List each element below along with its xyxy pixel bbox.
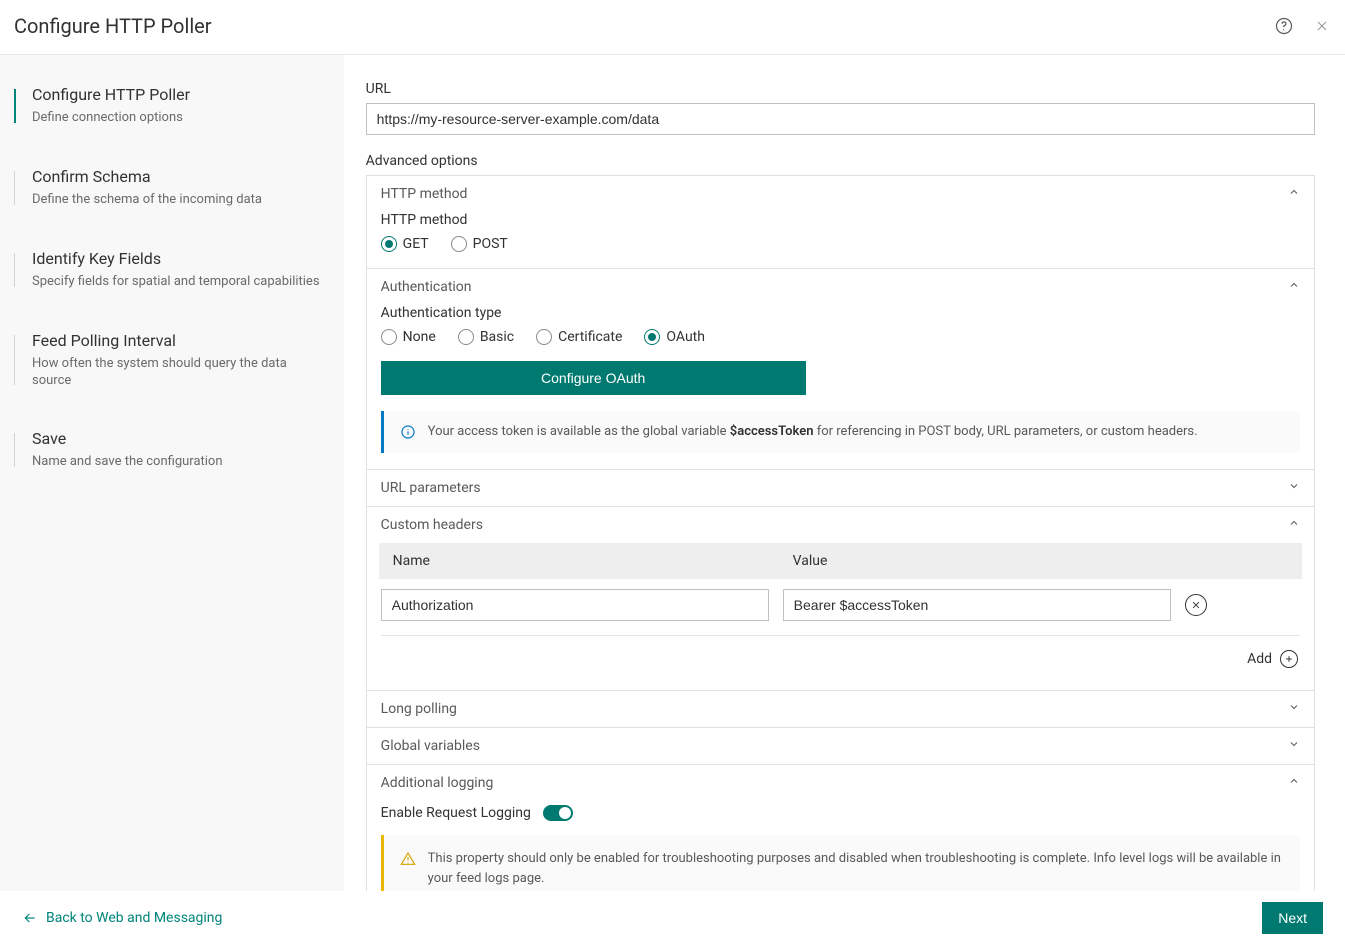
chevron-down-icon [1288,480,1300,496]
panel-additional-logging: Additional logging Enable Request Loggin… [366,764,1315,890]
arrow-left-icon [22,910,38,926]
radio-auth-oauth[interactable]: OAuth [644,329,705,345]
panel-additional-logging-header[interactable]: Additional logging [367,765,1314,801]
auth-type-label: Authentication type [381,305,1300,321]
dialog-header: Configure HTTP Poller [0,0,1345,55]
panel-url-parameters-header[interactable]: URL parameters [367,470,1314,506]
panel-authentication-header[interactable]: Authentication [367,269,1314,305]
wizard-step-schema[interactable]: Confirm Schema Define the schema of the … [0,167,344,209]
panel-custom-headers: Custom headers Name Value [366,506,1315,691]
custom-header-row [381,579,1300,636]
header-value-input[interactable] [783,589,1171,621]
panel-http-method: HTTP method HTTP method GET POST [366,175,1315,269]
chevron-up-icon [1288,775,1300,791]
advanced-options-label: Advanced options [366,153,1315,169]
wizard-step-polling[interactable]: Feed Polling Interval How often the syst… [0,331,344,390]
radio-auth-none[interactable]: None [381,329,436,345]
close-icon[interactable] [1315,19,1329,33]
next-button[interactable]: Next [1262,902,1323,934]
chevron-up-icon [1288,186,1300,202]
wizard-step-configure[interactable]: Configure HTTP Poller Define connection … [0,85,344,127]
help-icon[interactable] [1275,17,1293,35]
wizard-step-key-fields[interactable]: Identify Key Fields Specify fields for s… [0,249,344,291]
back-link[interactable]: Back to Web and Messaging [22,910,222,926]
add-header-button[interactable]: Add [381,636,1300,674]
radio-auth-certificate[interactable]: Certificate [536,329,622,345]
oauth-info-callout: Your access token is available as the gl… [381,411,1300,453]
panel-http-method-header[interactable]: HTTP method [367,176,1314,212]
wizard-sidebar: Configure HTTP Poller Define connection … [0,55,344,891]
enable-logging-toggle[interactable] [543,805,573,821]
chevron-down-icon [1288,738,1300,754]
wizard-step-save[interactable]: Save Name and save the configuration [0,429,344,471]
radio-auth-basic[interactable]: Basic [458,329,514,345]
panel-custom-headers-header[interactable]: Custom headers [367,507,1314,543]
panel-authentication: Authentication Authentication type None … [366,268,1315,470]
info-icon [400,424,416,440]
configure-oauth-button[interactable]: Configure OAuth [381,361,806,395]
col-name: Name [393,553,793,569]
dialog-title: Configure HTTP Poller [14,14,212,38]
header-name-input[interactable] [381,589,769,621]
warning-icon [400,851,416,867]
panel-long-polling-header[interactable]: Long polling [367,691,1314,727]
config-form-scroll[interactable]: URL Advanced options HTTP method HTTP me… [344,55,1345,891]
url-input[interactable] [366,103,1315,135]
radio-http-get[interactable]: GET [381,236,429,252]
http-method-label: HTTP method [381,212,1300,228]
logging-warning-callout: This property should only be enabled for… [381,835,1300,890]
chevron-down-icon [1288,701,1300,717]
panel-long-polling: Long polling [366,690,1315,728]
plus-icon [1280,650,1298,668]
enable-logging-label: Enable Request Logging [381,805,531,821]
wizard-footer: Back to Web and Messaging Next [0,891,1345,944]
radio-http-post[interactable]: POST [451,236,508,252]
panel-global-variables-header[interactable]: Global variables [367,728,1314,764]
chevron-up-icon [1288,279,1300,295]
chevron-up-icon [1288,517,1300,533]
remove-row-icon[interactable] [1185,594,1207,616]
panel-url-parameters: URL parameters [366,469,1315,507]
url-label: URL [366,81,1315,97]
panel-global-variables: Global variables [366,727,1315,765]
col-value: Value [793,553,828,569]
custom-headers-table-head: Name Value [379,543,1302,579]
